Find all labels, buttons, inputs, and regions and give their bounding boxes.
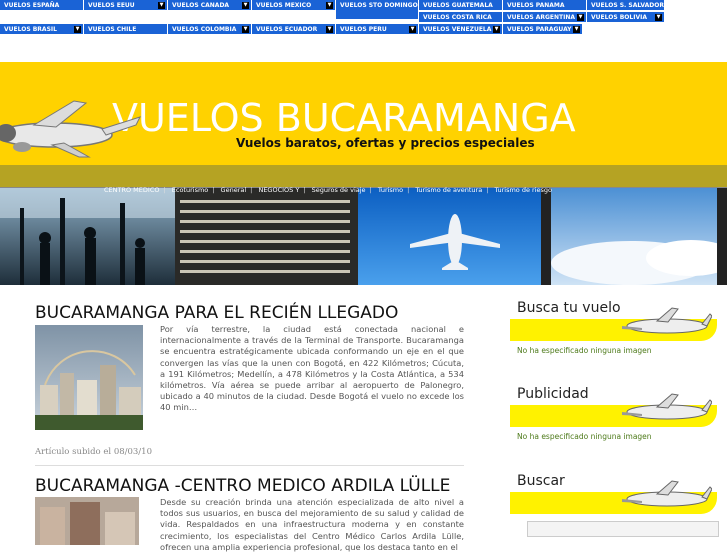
nav-label: VUELOS VENEZUELA [423,26,492,33]
plane-icon [622,393,712,420]
nav-item-canada[interactable]: VUELOS CANADA ▼ [168,0,252,11]
sidebar-note: No ha especificado ninguna imagen [517,346,652,355]
article-excerpt: Por vía terrestre, la ciudad está conect… [160,324,464,413]
separator: | [369,186,372,194]
nav-label: VUELOS COSTA RICA [423,14,492,21]
cat-turismo[interactable]: Turismo [378,186,403,194]
nav-label: VUELOS ARGENTINA [507,14,576,21]
nav-item-sto-domingo[interactable]: VUELOS STO DOMINGO [336,0,419,20]
nav-item-s-salvador[interactable]: VUELOS S. SALVADOR [587,0,665,11]
plane-icon [622,307,712,334]
chevron-down-icon: ▼ [242,2,249,9]
separator: | [486,186,489,194]
chevron-down-icon: ▼ [655,14,662,21]
nav-label: VUELOS PARAGUAY [507,26,572,33]
separator: | [163,186,166,194]
nav-item-brasil[interactable]: VUELOS BRASIL ▼ [0,24,84,35]
photo-strip [0,188,727,285]
chevron-down-icon: ▼ [577,14,584,21]
chevron-down-icon: ▼ [74,26,81,33]
cat-centro-medico[interactable]: CENTRO MEDICO [104,186,159,194]
article-title[interactable]: BUCARAMANGA PARA EL RECIÉN LLEGADO [35,303,398,323]
nav-item-costa-rica[interactable]: VUELOS COSTA RICA [419,12,503,23]
chevron-down-icon: ▼ [409,26,416,33]
cat-turismo-aventura[interactable]: Turismo de aventura [415,186,482,194]
separator: | [303,186,306,194]
nav-item-argentina[interactable]: VUELOS ARGENTINA ▼ [503,12,587,23]
article-date: Artículo subido el 08/03/10 [35,447,152,457]
clouds-window-image [541,188,727,285]
chevron-down-icon: ▼ [326,2,333,9]
nav-item-guatemala[interactable]: VUELOS GUATEMALA [419,0,503,11]
nav-item-ecuador[interactable]: VUELOS ECUADOR ▼ [252,24,336,35]
sidebar-title-busca: Busca tu vuelo [517,300,621,316]
nav-item-bolivia[interactable]: VUELOS BOLIVIA ▼ [587,12,665,23]
nav-item-espana[interactable]: VUELOS ESPAÑA [0,0,84,11]
country-flights-nav: VUELOS ESPAÑA VUELOS EEUU ▼ VUELOS CANADA… [0,0,727,40]
banner-bar [0,165,727,188]
airplane-sky-image [358,188,541,285]
article-image[interactable] [35,325,143,430]
nav-label: VUELOS CHILE [88,26,137,33]
sidebar-note: No ha especificado ninguna imagen [517,432,652,441]
search-input[interactable] [527,521,719,537]
article-title[interactable]: BUCARAMANGA -CENTRO MEDICO ARDILA LÜLLE [35,476,450,496]
nav-label: VUELOS EEUU [88,2,135,9]
category-nav: CENTRO MEDICO | Ecoturismo | General | NEGO… [104,186,556,194]
nav-label: VUELOS S. SALVADOR [591,2,664,9]
cat-general[interactable]: General [221,186,247,194]
nav-item-mexico[interactable]: VUELOS MEXICO ▼ [252,0,336,11]
cat-negocios[interactable]: NEGOCIOS Y [258,186,299,194]
nav-label: VUELOS BRASIL [4,26,57,33]
nav-item-chile[interactable]: VUELOS CHILE [84,24,168,35]
nav-label: VUELOS BOLIVIA [591,14,647,21]
nav-label: VUELOS GUATEMALA [423,2,493,9]
separator: | [407,186,410,194]
plane-icon [0,100,141,158]
departure-board-image [175,188,358,285]
nav-item-eeuu[interactable]: VUELOS EEUU ▼ [84,0,168,11]
nav-item-panama[interactable]: VUELOS PANAMA [503,0,587,11]
nav-label: VUELOS COLOMBIA [172,26,237,33]
nav-label: VUELOS MEXICO [256,2,312,9]
nav-item-colombia[interactable]: VUELOS COLOMBIA ▼ [168,24,252,35]
sidebar-title-publicidad: Publicidad [517,386,589,402]
nav-item-peru[interactable]: VUELOS PERU ▼ [336,24,419,35]
cat-ecoturismo[interactable]: Ecoturismo [172,186,209,194]
sidebar-title-buscar: Buscar [517,473,565,489]
site-subtitle: Vuelos baratos, ofertas y precios especi… [236,136,535,150]
chevron-down-icon: ▼ [326,26,333,33]
chevron-down-icon: ▼ [493,26,500,33]
chevron-down-icon: ▼ [573,26,580,33]
nav-item-paraguay[interactable]: VUELOS PARAGUAY ▼ [503,24,583,35]
site-title: VUELOS BUCARAMANGA [112,96,576,140]
nav-label: VUELOS STO DOMINGO [340,2,418,9]
nav-label: VUELOS PANAMA [507,2,565,9]
cat-seguros[interactable]: Seguros de viaje [312,186,366,194]
cat-turismo-riesgo[interactable]: Turismo de riesgo [495,186,553,194]
nav-label: VUELOS CANADA [172,2,230,9]
article-image[interactable] [35,497,143,545]
separator: | [250,186,253,194]
nav-label: VUELOS ESPAÑA [4,2,60,9]
nav-label: VUELOS ECUADOR [256,26,318,33]
divider [35,465,464,466]
chevron-down-icon: ▼ [158,2,165,9]
plane-icon [622,480,712,507]
separator: | [212,186,215,194]
nav-label: VUELOS PERU [340,26,387,33]
nav-item-venezuela[interactable]: VUELOS VENEZUELA ▼ [419,24,503,35]
airport-silhouette-image [0,188,175,285]
chevron-down-icon: ▼ [242,26,249,33]
